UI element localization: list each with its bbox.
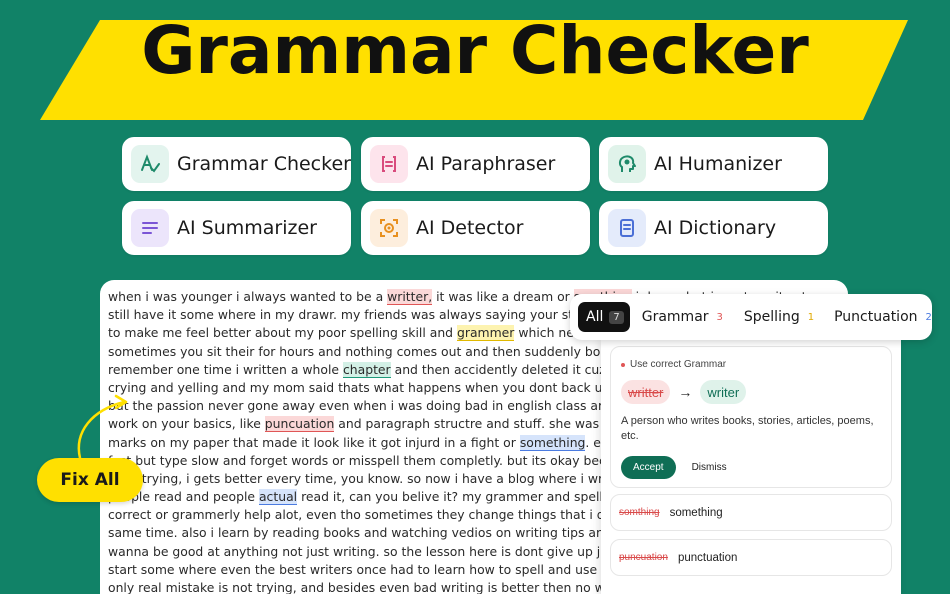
- suggestion-change: writter → writer: [621, 380, 881, 404]
- replacement-word: punctuation: [677, 551, 738, 564]
- tab-punctuation[interactable]: Punctuation 2: [834, 302, 932, 332]
- category-dot-icon: [621, 362, 625, 367]
- suggestion-description: A person who writes books, stories, arti…: [621, 415, 874, 442]
- suggestion-card-active[interactable]: Use correct Grammar writter → writer A p…: [610, 346, 892, 488]
- suggestion-category: Use correct Grammar: [621, 359, 881, 370]
- tab-count: 2: [925, 311, 932, 323]
- flagged-word[interactable]: writter,: [387, 289, 433, 305]
- paraphrase-icon: [370, 145, 408, 183]
- text-segment: marks on my paper that made it look like…: [108, 434, 520, 450]
- text-segment: when i was younger i always wanted to be…: [108, 289, 388, 304]
- tab-count: 1: [807, 311, 815, 323]
- tool-card-ai-detector[interactable]: AI Detector: [361, 201, 590, 255]
- tab-count: 7: [609, 310, 624, 324]
- original-word: writter: [621, 380, 671, 404]
- summarize-icon: [131, 209, 169, 247]
- humanizer-icon: [608, 145, 646, 183]
- tool-card-ai-humanizer[interactable]: AI Humanizer: [599, 137, 828, 191]
- tool-card-ai-dictionary[interactable]: AI Dictionary: [599, 201, 828, 255]
- arrow-right-icon: →: [678, 384, 693, 400]
- tab-spelling[interactable]: Spelling 1: [744, 302, 814, 332]
- tab-label: Spelling: [743, 309, 800, 325]
- tab-label: All: [586, 309, 604, 325]
- grammar-check-icon: [131, 145, 169, 183]
- flagged-word[interactable]: actual: [258, 489, 298, 506]
- dictionary-icon: [608, 209, 646, 247]
- tool-card-ai-summarizer[interactable]: AI Summarizer: [122, 201, 351, 255]
- suggestion-category-label: Use correct Grammar: [630, 359, 727, 370]
- suggestion-card[interactable]: puncuation punctuation: [610, 539, 892, 576]
- tool-card-label: AI Detector: [416, 217, 524, 239]
- dismiss-button[interactable]: Dismiss: [692, 462, 727, 473]
- detector-icon: [370, 209, 408, 247]
- banner-title: Grammar Checker: [141, 12, 809, 89]
- flagged-word[interactable]: grammer: [456, 325, 515, 342]
- tab-label: Grammar: [641, 309, 709, 325]
- text-segment: remember one time i written a whole: [108, 361, 343, 377]
- original-word: somthing: [619, 507, 660, 518]
- tab-count: 3: [716, 311, 723, 323]
- tab-grammar[interactable]: Grammar 3: [642, 302, 723, 332]
- tab-label: Punctuation: [834, 309, 918, 325]
- flagged-word[interactable]: puncuation: [264, 416, 335, 433]
- tab-all[interactable]: All 7: [578, 302, 630, 332]
- tool-card-label: AI Summarizer: [177, 217, 317, 239]
- tool-card-label: AI Humanizer: [654, 153, 782, 175]
- suggestion-panel: Use correct Grammar writter → writer A p…: [601, 340, 901, 594]
- filter-tabs: All 7 Grammar 3 Spelling 1 Punctuation 2: [570, 294, 932, 340]
- tool-card-ai-paraphraser[interactable]: AI Paraphraser: [361, 137, 590, 191]
- original-word: puncuation: [619, 552, 668, 563]
- text-segment: it was like a dream or: [432, 289, 574, 304]
- suggestion-card[interactable]: somthing something: [610, 494, 892, 531]
- tool-card-label: AI Dictionary: [654, 217, 777, 239]
- flagged-word[interactable]: chapter: [342, 361, 391, 378]
- tool-card-label: AI Paraphraser: [416, 153, 556, 175]
- flagged-word[interactable]: something: [519, 434, 586, 451]
- replacement-word: something: [669, 506, 723, 519]
- text-segment: to make me feel better about my poor spe…: [108, 325, 457, 341]
- replacement-word[interactable]: writer: [700, 380, 747, 404]
- fix-all-button[interactable]: Fix All: [37, 458, 143, 502]
- tool-card-label: Grammar Checker: [177, 153, 351, 175]
- accept-button[interactable]: Accept: [621, 456, 676, 479]
- tool-card-grammar-checker[interactable]: Grammar Checker: [122, 137, 351, 191]
- curved-arrow-icon: [77, 394, 128, 460]
